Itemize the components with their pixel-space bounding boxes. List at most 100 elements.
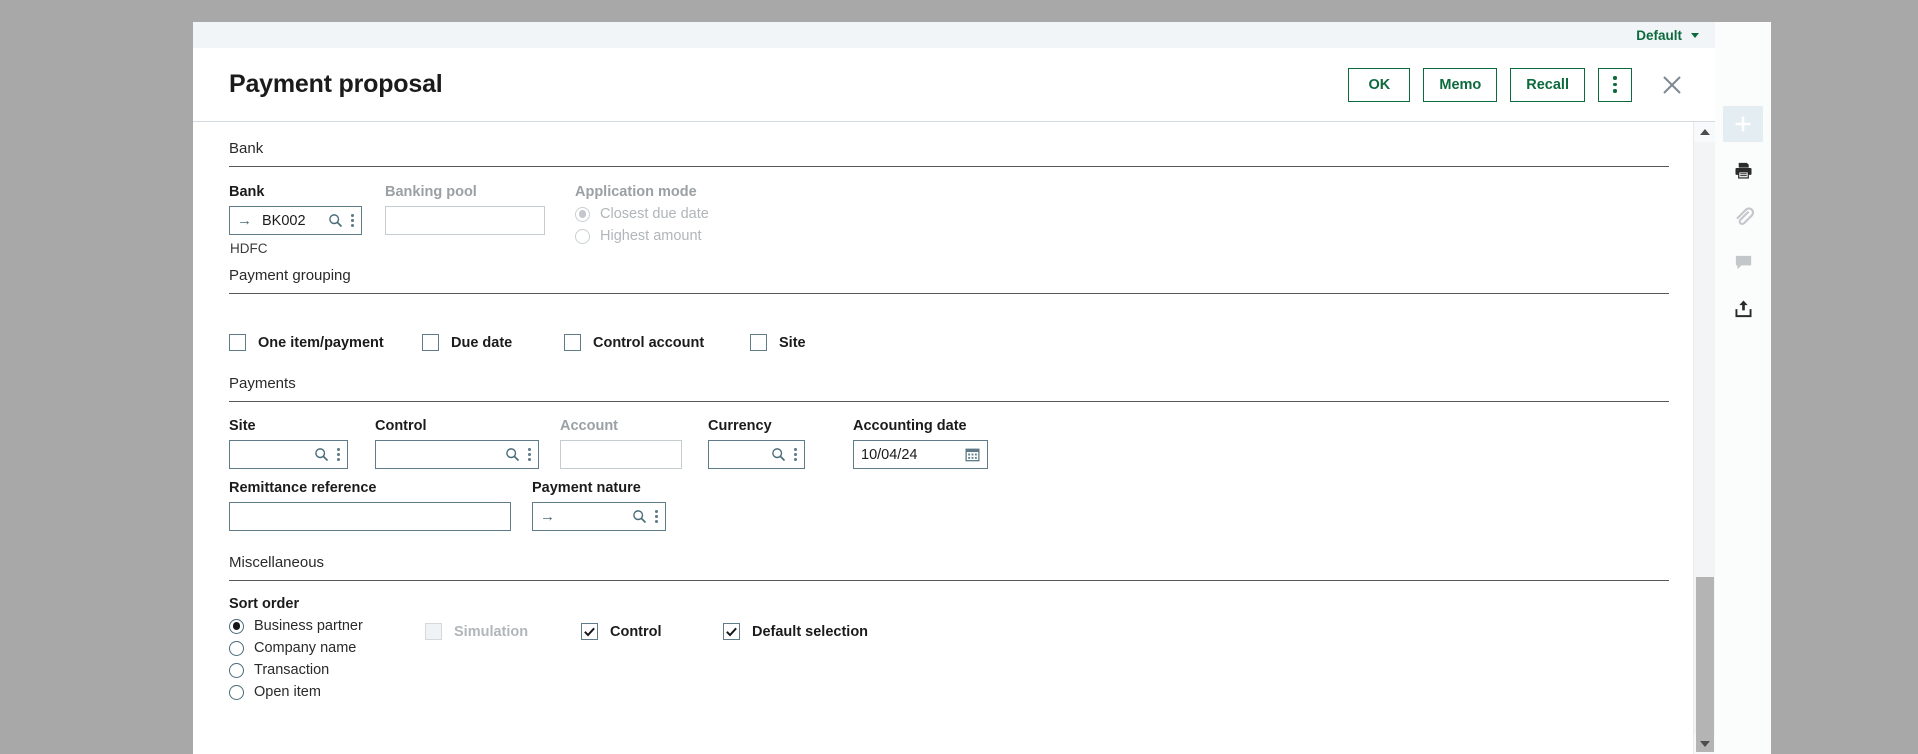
screen-root: Default Payment proposal OK Memo Recall xyxy=(0,0,1918,754)
control-input[interactable] xyxy=(375,440,539,469)
add-button[interactable] xyxy=(1723,106,1763,142)
field-accounting-date: Accounting date 10/04/24 xyxy=(853,418,988,469)
field-banking-pool: Banking pool xyxy=(385,184,575,235)
payment-grouping-options: One item/payment Due date Control accoun… xyxy=(193,334,1693,351)
close-button[interactable] xyxy=(1655,68,1689,102)
right-action-rail xyxy=(1715,22,1771,754)
scrollbar-thumb[interactable] xyxy=(1696,577,1714,752)
bank-label: Bank xyxy=(229,184,265,200)
share-icon xyxy=(1734,299,1752,317)
search-icon[interactable] xyxy=(314,447,329,462)
checkbox-one-item-payment[interactable]: One item/payment xyxy=(229,334,422,351)
checkbox-control-account[interactable]: Control account xyxy=(564,334,750,351)
form-content: Bank Bank → BK002 HDFC Banking pool Appl… xyxy=(193,122,1693,706)
plus-icon xyxy=(1735,116,1751,132)
checkbox-control-flag-label: Control xyxy=(610,623,662,640)
application-mode-closest-label: Closest due date xyxy=(600,206,709,222)
accounting-date-input[interactable]: 10/04/24 xyxy=(853,440,988,469)
sort-order-open-item-label: Open item xyxy=(254,684,321,700)
comment-icon xyxy=(1735,255,1751,269)
default-view-selector[interactable]: Default xyxy=(1636,28,1699,43)
sort-order-option-open-item[interactable]: Open item xyxy=(229,684,425,700)
checkbox-control-account-icon xyxy=(564,334,581,351)
site-label: Site xyxy=(229,418,256,434)
checkbox-default-selection-icon xyxy=(723,623,740,640)
application-mode-highest-label: Highest amount xyxy=(600,228,702,244)
page-backdrop-left xyxy=(0,0,193,754)
section-payments-heading: Payments xyxy=(229,369,1669,402)
memo-button[interactable]: Memo xyxy=(1423,67,1498,102)
chevron-up-icon xyxy=(1700,129,1710,135)
sort-order-option-company-name[interactable]: Company name xyxy=(229,640,425,656)
accounting-date-label: Accounting date xyxy=(853,418,967,434)
scrollbar-track[interactable] xyxy=(1694,142,1716,752)
control-actions-icon[interactable] xyxy=(528,447,531,462)
payments-fields-row-1: Site Control Account Currency Accounting… xyxy=(193,418,1693,469)
search-icon[interactable] xyxy=(771,447,786,462)
currency-input[interactable] xyxy=(708,440,805,469)
calendar-icon[interactable] xyxy=(965,447,980,462)
section-payment-grouping-heading: Payment grouping xyxy=(229,261,1669,294)
close-icon xyxy=(1663,75,1681,94)
scroll-up-button[interactable] xyxy=(1694,122,1716,142)
accounting-date-value: 10/04/24 xyxy=(861,446,918,463)
ok-button[interactable]: OK xyxy=(1348,67,1411,102)
checkbox-site-icon xyxy=(750,334,767,351)
payments-fields-row-2: Remittance reference Payment nature → xyxy=(193,480,1693,531)
bank-actions-icon[interactable] xyxy=(351,213,354,228)
attachment-button[interactable] xyxy=(1723,198,1763,234)
remittance-reference-input[interactable] xyxy=(229,502,511,531)
account-input[interactable] xyxy=(560,440,682,469)
account-label: Account xyxy=(560,418,618,434)
page-title: Payment proposal xyxy=(229,70,443,98)
payment-nature-label: Payment nature xyxy=(532,480,641,496)
section-miscellaneous: Miscellaneous xyxy=(229,548,1669,581)
form-scrollbar[interactable] xyxy=(1693,122,1716,754)
checkbox-site[interactable]: Site xyxy=(750,334,806,351)
sort-order-option-business-partner[interactable]: Business partner xyxy=(229,618,425,634)
checkbox-default-selection[interactable]: Default selection xyxy=(723,623,868,640)
kebab-menu-icon xyxy=(1613,76,1617,93)
printer-icon xyxy=(1734,162,1752,179)
banking-pool-label: Banking pool xyxy=(385,184,477,200)
checkbox-due-date[interactable]: Due date xyxy=(422,334,564,351)
radio-highest-amount-icon xyxy=(575,228,590,244)
recall-button[interactable]: Recall xyxy=(1510,67,1585,102)
application-mode-option-closest[interactable]: Closest due date xyxy=(575,206,835,222)
scroll-down-button[interactable] xyxy=(1694,734,1716,754)
checkbox-control-flag[interactable]: Control xyxy=(581,623,723,640)
banking-pool-input[interactable] xyxy=(385,206,545,235)
checkbox-due-date-icon xyxy=(422,334,439,351)
search-icon[interactable] xyxy=(505,447,520,462)
payment-nature-actions-icon[interactable] xyxy=(655,509,658,524)
sort-order-option-transaction[interactable]: Transaction xyxy=(229,662,425,678)
site-input[interactable] xyxy=(229,440,348,469)
bank-fields-row: Bank → BK002 HDFC Banking pool Applicati… xyxy=(193,184,1693,256)
search-icon[interactable] xyxy=(632,509,647,524)
sort-order-company-name-label: Company name xyxy=(254,640,357,656)
radio-company-name-icon xyxy=(229,640,244,656)
bank-input[interactable]: → BK002 xyxy=(229,206,362,235)
payment-nature-input[interactable]: → xyxy=(532,502,666,531)
more-actions-button[interactable] xyxy=(1598,67,1632,102)
field-control: Control xyxy=(375,418,560,469)
site-actions-icon[interactable] xyxy=(337,447,340,462)
application-mode-label: Application mode xyxy=(575,184,697,200)
application-mode-option-highest[interactable]: Highest amount xyxy=(575,228,835,244)
go-to-record-icon[interactable]: → xyxy=(540,509,555,524)
control-input-icons xyxy=(505,447,531,462)
field-remittance-reference: Remittance reference xyxy=(229,480,532,531)
field-simulation: Simulation xyxy=(425,596,581,640)
print-button[interactable] xyxy=(1723,152,1763,188)
comment-button[interactable] xyxy=(1723,244,1763,280)
currency-actions-icon[interactable] xyxy=(794,447,797,462)
checkbox-simulation[interactable]: Simulation xyxy=(425,623,581,640)
chevron-down-icon xyxy=(1691,32,1699,38)
go-to-record-icon[interactable]: → xyxy=(237,213,252,228)
form-scroll-area: Bank Bank → BK002 HDFC Banking pool Appl… xyxy=(193,122,1693,754)
bank-value: BK002 xyxy=(262,212,306,229)
bank-input-icons xyxy=(328,213,354,228)
search-icon[interactable] xyxy=(328,213,343,228)
share-button[interactable] xyxy=(1723,290,1763,326)
bank-helper-text: HDFC xyxy=(230,241,268,256)
